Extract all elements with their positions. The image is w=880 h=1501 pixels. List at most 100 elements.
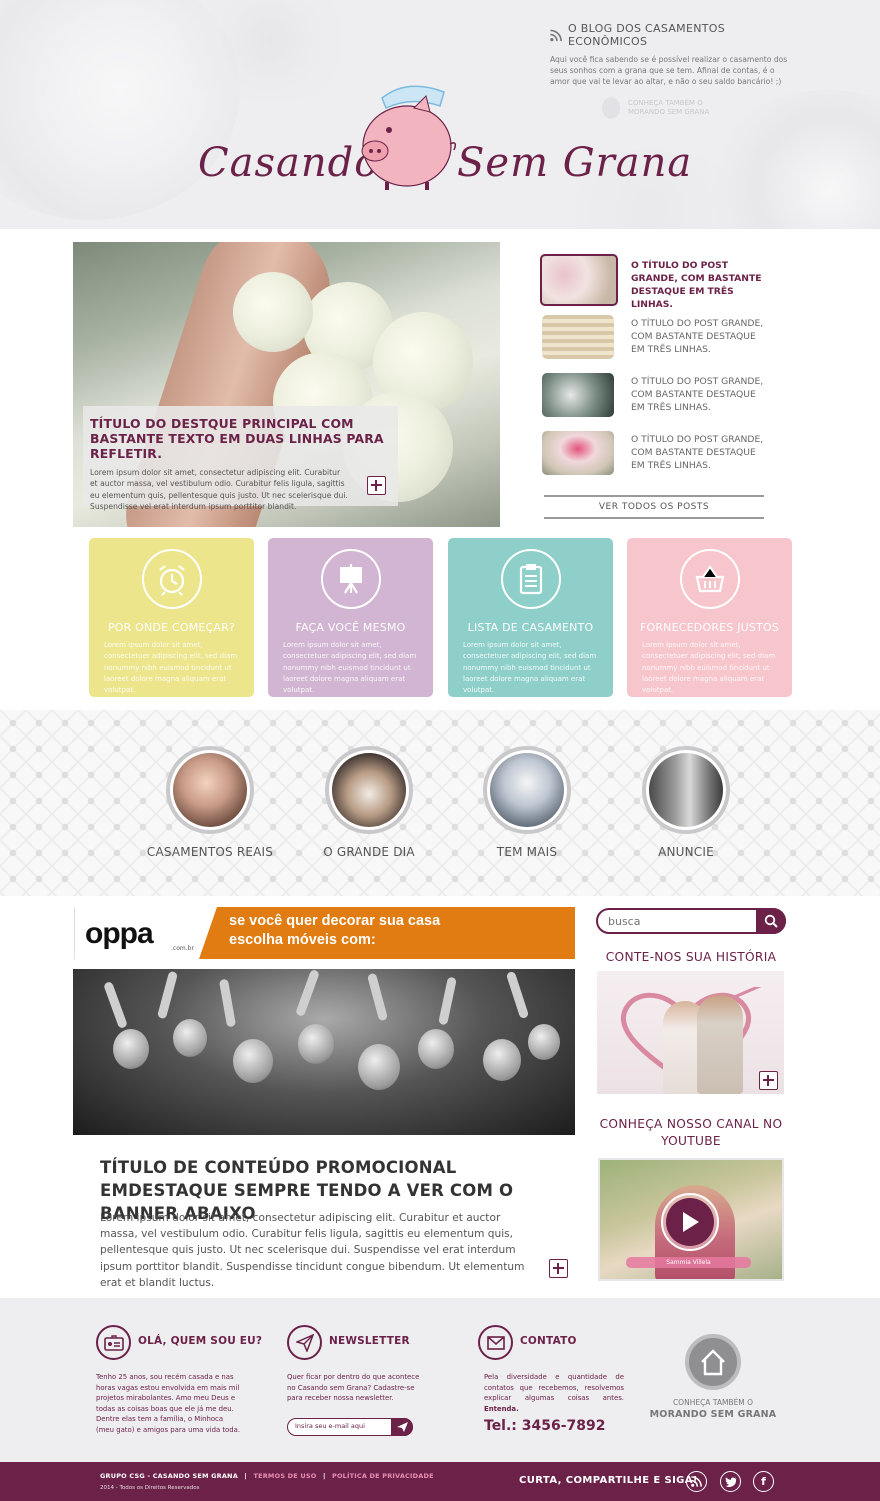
search-icon [764,914,778,928]
oppa-ad-banner[interactable]: oppa .com.br se você quer decorar sua ca… [74,907,575,959]
photo-crowd [103,980,128,1030]
card-lista-de-casamento[interactable]: LISTA DE CASAMENTO Lorem ipsum dolor sit… [448,538,613,697]
photo-crowd [233,1039,273,1083]
search-input[interactable] [608,913,748,930]
card-faca-voce-mesmo[interactable]: FAÇA VOCÊ MESMO Lorem ipsum dolor sit am… [268,538,433,697]
post-item[interactable]: O TÍTULO DO POST GRANDE, COM BASTANTE DE… [540,427,780,485]
story-heading[interactable]: CONTE-NOS SUA HISTÓRIA [596,949,786,966]
card-text: Lorem ipsum dolor sit amet, consectetuer… [283,641,417,695]
id-card-icon [96,1325,131,1360]
play-icon [683,1212,699,1232]
house-icon [602,97,620,119]
video-name-tag: Sammia Villela [626,1257,751,1268]
photo-crowd [218,978,237,1028]
contact-text-block: Pela diversidade e quantidade de contato… [484,1372,624,1414]
contact-heading: CONTATO [520,1335,577,1347]
about-text: Tenho 25 anos, sou recém casada e nas ho… [96,1373,241,1434]
featured-title[interactable]: TÍTULO DO DESTQUE PRINCIPAL COM BASTANTE… [90,416,388,461]
card-title: POR ONDE COMEÇAR? [107,621,236,634]
post-thumbnail[interactable] [542,315,614,359]
card-fornecedores-justos[interactable]: FORNECEDORES JUSTOS Lorem ipsum dolor si… [627,538,792,697]
newsletter-email-field[interactable]: Insira seu e-mail aqui [287,1417,413,1436]
morando-footer-link[interactable]: CONHEÇA TAMBÉM O MORANDO SEM GRANA [640,1397,786,1421]
blog-intro: O BLOG DOS CASAMENTOS ECONÔMICOS Aqui vo… [550,22,790,119]
morando-link[interactable]: CONHEÇA TAMBÉM O MORANDO SEM GRANA [602,97,790,119]
logo-sem-grana[interactable]: Sem Grana [457,140,692,186]
category-casamentos-reais[interactable] [166,746,254,834]
twitter-social-button[interactable] [720,1471,741,1492]
piggy-bank-logo[interactable] [352,78,462,193]
about-heading: OLÁ, QUEM SOU EU? [138,1335,263,1347]
photo-crowd [298,1024,334,1064]
play-button[interactable] [661,1193,719,1251]
post-thumbnail[interactable] [542,431,614,475]
post-item[interactable]: O TÍTULO DO POST GRANDE, COM BASTANTE DE… [540,311,780,369]
youtube-video[interactable]: Sammia Villela [598,1158,784,1281]
send-icon [396,1421,408,1432]
newsletter-text: Quer ficar por dentro do que acontece no… [287,1373,420,1402]
recent-posts: O TÍTULO DO POST GRANDE, COM BASTANTE DE… [540,253,780,485]
legal-links: GRUPO CSG - CASANDO SEM GRANA | TERMOS D… [100,1472,438,1480]
post-title[interactable]: O TÍTULO DO POST GRANDE, COM BASTANTE DE… [631,375,771,414]
card-por-onde-comecar[interactable]: POR ONDE COMEÇAR? Lorem ipsum dolor sit … [89,538,254,697]
conheca-line1: CONHEÇA TAMBÉM O [672,1398,754,1407]
post-thumbnail[interactable] [540,254,618,306]
oppa-logo-domain: .com.br [171,945,194,952]
facebook-icon: f [761,1475,766,1488]
category-tem-mais[interactable] [483,746,571,834]
category-label[interactable]: TEM MAIS [447,845,607,859]
post-item[interactable]: O TÍTULO DO POST GRANDE, COM BASTANTE DE… [540,369,780,427]
rss-social-button[interactable] [686,1471,707,1492]
photo-crowd [113,1029,149,1069]
contact-phone[interactable]: Tel.: 3456-7892 [484,1418,606,1434]
category-photo [649,753,723,827]
post-title[interactable]: O TÍTULO DO POST GRANDE, COM BASTANTE DE… [631,433,771,472]
promo-party-photo[interactable] [73,969,575,1135]
search-button[interactable] [756,908,786,934]
morando-line1: CONHEÇA TAMBÉM O [628,99,703,107]
clipboard-icon [501,549,561,609]
basket-icon [680,549,740,609]
story-photo[interactable] [597,971,784,1094]
post-title[interactable]: O TÍTULO DO POST GRANDE, COM BASTANTE DE… [631,317,771,356]
category-label[interactable]: O GRANDE DIA [289,845,449,859]
photo-crowd [366,972,389,1022]
promo-more-button[interactable] [549,1259,568,1278]
photo-crowd [295,969,320,1018]
category-photo [490,753,564,827]
card-text: Lorem ipsum dolor sit amet, consectetuer… [642,641,776,695]
category-label[interactable]: ANUNCIE [606,845,766,859]
rss-icon[interactable] [550,29,562,42]
paper-plane-icon [287,1325,322,1360]
youtube-heading[interactable]: CONHEÇA NOSSO CANAL NO YOUTUBE [596,1116,786,1150]
terms-link[interactable]: TERMOS DE USO [253,1472,316,1480]
card-text: Lorem ipsum dolor sit amet, consectetuer… [104,641,238,695]
category-label[interactable]: CASAMENTOS REAIS [130,845,290,859]
post-thumbnail[interactable] [542,373,614,417]
facebook-social-button[interactable]: f [753,1471,774,1492]
conheca-line2: MORANDO SEM GRANA [649,1409,777,1420]
newsletter-submit-button[interactable] [391,1417,413,1436]
photo-crowd [483,1039,521,1081]
house-icon [701,1349,725,1376]
search-box [596,908,786,934]
hero-photo-rose [233,272,313,352]
featured-more-button[interactable] [367,476,386,495]
category-anuncie[interactable] [642,746,730,834]
story-more-button[interactable] [759,1071,778,1090]
post-title[interactable]: O TÍTULO DO POST GRANDE, COM BASTANTE DE… [631,259,771,311]
copyright: 2014 - Todos os Direitos Reservados [100,1485,200,1491]
post-item[interactable]: O TÍTULO DO POST GRANDE, COM BASTANTE DE… [540,253,780,311]
oppa-logo: oppa [85,917,154,950]
see-all-posts-button[interactable]: VER TODOS OS POSTS [544,495,764,519]
newsletter-placeholder: Insira seu e-mail aqui [295,1422,365,1430]
ad-line-2: escolha móveis com: [229,932,376,948]
privacy-link[interactable]: POLÍTICA DE PRIVACIDADE [332,1472,434,1480]
easel-icon [321,549,381,609]
category-o-grande-dia[interactable] [325,746,413,834]
featured-post[interactable]: TÍTULO DO DESTQUE PRINCIPAL COM BASTANTE… [73,242,500,527]
link-separator: | [322,1472,326,1480]
morando-house-button[interactable] [685,1334,741,1390]
card-text: Lorem ipsum dolor sit amet, consectetuer… [463,641,597,695]
contact-understand-link[interactable]: Entenda. [484,1405,519,1413]
